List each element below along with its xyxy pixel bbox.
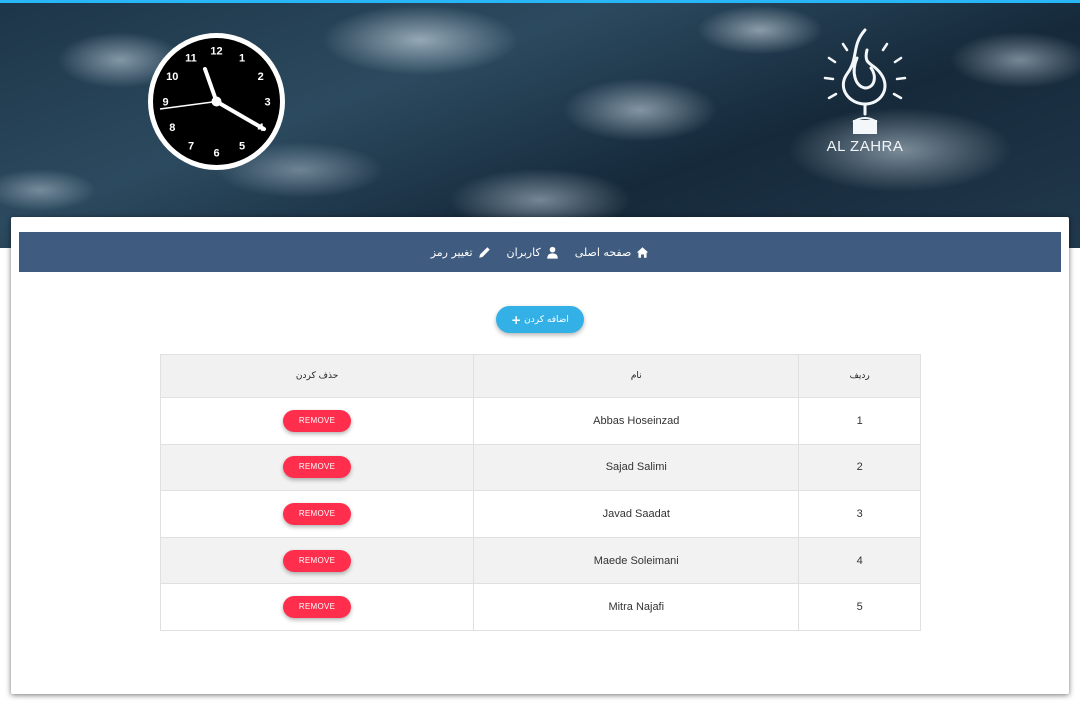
index-cell: 1 — [798, 397, 921, 445]
clock-numeral: 1 — [239, 52, 245, 64]
clock-widget: 121234567891011 — [148, 33, 285, 170]
remove-button[interactable]: REMOVE — [283, 456, 352, 479]
delete-cell: REMOVE — [159, 490, 475, 538]
name-cell: Abbas Hoseinzad — [473, 397, 800, 445]
clock-numeral: 11 — [185, 52, 197, 64]
index-cell: 2 — [798, 443, 921, 492]
add-user-button[interactable]: اضافه کردن + — [496, 306, 584, 333]
user-icon — [546, 246, 558, 259]
alzahra-logo: AL ZAHRA — [815, 22, 915, 162]
remove-button[interactable]: REMOVE — [283, 596, 352, 619]
clock-numeral: 5 — [239, 141, 245, 153]
table-row: REMOVE Javad Saadat 3 — [159, 490, 921, 538]
users-table: حذف کردن نام ردیف REMOVE Abbas Hoseinzad… — [159, 354, 921, 631]
nav-home[interactable]: صفحه اصلی — [575, 246, 650, 259]
index-cell: 4 — [798, 536, 921, 585]
nav-change-password-label: تغییر رمز — [430, 245, 473, 259]
logo-text: AL ZAHRA — [826, 138, 904, 155]
nav-users-label: کاربران — [506, 245, 541, 259]
clock-numeral: 8 — [169, 122, 175, 134]
name-cell: Maede Soleimani — [473, 536, 800, 585]
clock-numeral: 7 — [188, 141, 194, 153]
table-row: REMOVE Sajad Salimi 2 — [159, 443, 921, 492]
nav-users[interactable]: کاربران — [507, 246, 559, 259]
table-row: REMOVE Maede Soleimani 4 — [159, 536, 921, 585]
clock-numeral: 3 — [264, 97, 270, 109]
pencil-icon — [478, 246, 490, 258]
delete-cell: REMOVE — [159, 397, 475, 445]
add-button-label: اضافه کردن — [524, 314, 569, 325]
clock-numeral: 2 — [258, 71, 264, 83]
header-name: نام — [473, 354, 800, 398]
table-header-row: حذف کردن نام ردیف — [159, 354, 921, 398]
delete-cell: REMOVE — [159, 443, 475, 492]
delete-cell: REMOVE — [159, 583, 475, 631]
clock-numeral: 12 — [210, 46, 222, 58]
clock-numeral: 9 — [162, 97, 168, 109]
nav-home-label: صفحه اصلی — [574, 245, 632, 259]
name-cell: Sajad Salimi — [473, 443, 800, 492]
table-row: REMOVE Abbas Hoseinzad 1 — [159, 397, 921, 445]
index-cell: 3 — [798, 490, 921, 538]
remove-button[interactable]: REMOVE — [283, 502, 352, 525]
name-cell: Mitra Najafi — [473, 583, 800, 631]
table-row: REMOVE Mitra Najafi 5 — [159, 583, 921, 631]
clock-numeral: 6 — [213, 148, 219, 160]
index-cell: 5 — [798, 583, 921, 631]
remove-button[interactable]: REMOVE — [283, 549, 352, 572]
header-banner: 121234567891011 AL — [0, 0, 1080, 248]
delete-cell: REMOVE — [159, 536, 475, 585]
nav-change-password[interactable]: تغییر رمز — [431, 246, 491, 259]
main-navbar: صفحه اصلی کاربران تغییر رمز — [19, 232, 1061, 272]
home-icon — [637, 246, 649, 258]
header-index: ردیف — [798, 354, 921, 398]
clock-numeral: 10 — [166, 71, 178, 83]
top-accent-line — [0, 0, 1080, 3]
plus-icon: + — [511, 312, 522, 327]
remove-button[interactable]: REMOVE — [283, 409, 352, 432]
content-card: صفحه اصلی کاربران تغییر رمز اضافه کردن +… — [11, 217, 1069, 694]
name-cell: Javad Saadat — [473, 490, 800, 538]
header-delete: حذف کردن — [159, 354, 475, 398]
